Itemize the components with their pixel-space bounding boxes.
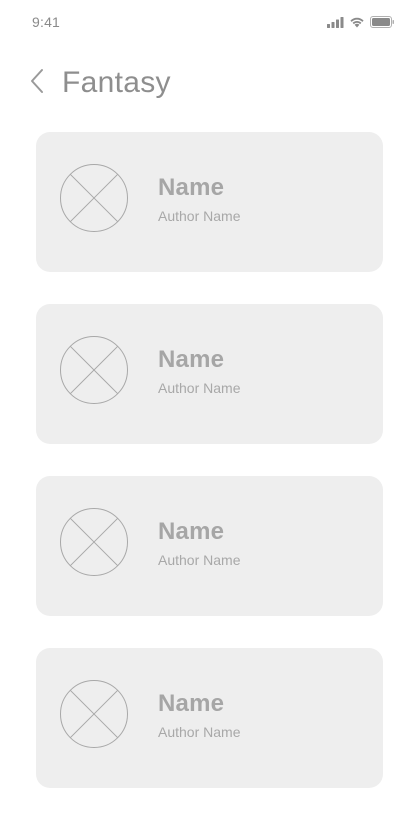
page-title: Fantasy xyxy=(62,66,171,99)
book-name: Name xyxy=(158,346,225,373)
wifi-icon xyxy=(349,15,365,33)
book-name: Name xyxy=(158,690,225,717)
battery-icon xyxy=(370,15,395,33)
status-time: 9:41 xyxy=(32,14,61,30)
image-placeholder-icon xyxy=(59,507,129,577)
book-author: Author Name xyxy=(158,552,241,568)
back-button[interactable] xyxy=(22,68,52,98)
image-placeholder-icon xyxy=(59,335,129,405)
book-name: Name xyxy=(158,174,225,201)
image-placeholder-icon xyxy=(59,163,129,233)
book-card[interactable]: Name Author Name xyxy=(36,648,383,788)
book-card[interactable]: Name Author Name xyxy=(36,132,383,272)
book-card[interactable]: Name Author Name xyxy=(36,476,383,616)
book-list: Name Author Name Name Author Name Name A… xyxy=(36,132,383,820)
book-card[interactable]: Name Author Name xyxy=(36,304,383,444)
book-author: Author Name xyxy=(158,380,241,396)
status-bar: 9:41 xyxy=(0,0,411,44)
book-name: Name xyxy=(158,518,225,545)
status-icons xyxy=(327,15,395,33)
image-placeholder-icon xyxy=(59,679,129,749)
page-header: Fantasy xyxy=(0,58,411,108)
book-author: Author Name xyxy=(158,208,241,224)
chevron-left-icon xyxy=(29,68,45,99)
cellular-signal-icon xyxy=(327,15,344,33)
book-author: Author Name xyxy=(158,724,241,740)
